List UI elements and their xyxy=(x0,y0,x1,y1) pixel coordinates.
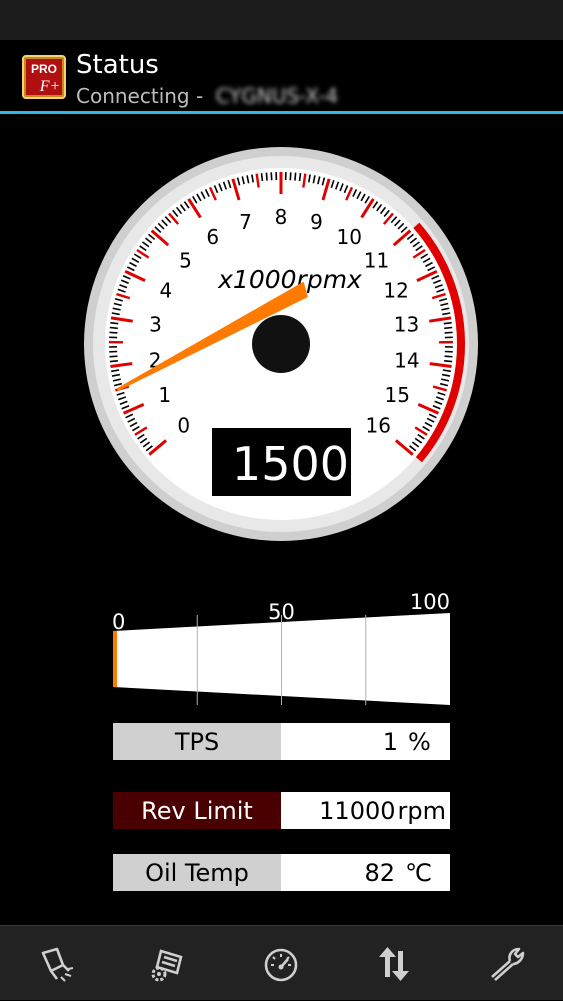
rev-limit-row: Rev Limit 11000 rpm xyxy=(113,792,450,829)
oil-temp-value: 82 xyxy=(365,859,396,887)
tick-mark xyxy=(444,328,452,329)
oil-temp-unit: ℃ xyxy=(405,859,432,887)
tick-label: 8 xyxy=(275,205,288,229)
tick-label: 0 xyxy=(177,414,190,438)
throttle-fill xyxy=(113,631,117,687)
tps-unit: % xyxy=(408,728,432,756)
tick-mark xyxy=(295,173,296,181)
oil-temp-row: Oil Temp 82 ℃ xyxy=(113,854,450,891)
rpm-readout: 1500 xyxy=(232,437,349,491)
tick-label: 4 xyxy=(160,278,173,302)
tick-mark xyxy=(109,356,117,357)
bottom-navigation-bar xyxy=(0,925,563,1000)
tps-row: TPS 1 % xyxy=(113,723,450,760)
logo-top-text: PRO xyxy=(31,62,57,76)
device-name: CYGNUS-X-4 xyxy=(216,84,339,108)
nav-tools-button[interactable] xyxy=(451,926,563,1001)
nav-diagnostic-button[interactable] xyxy=(0,926,112,1001)
tick-label: 9 xyxy=(310,210,323,234)
rev-limit-unit: rpm xyxy=(398,797,446,825)
tick-mark xyxy=(110,323,118,324)
tps-label: TPS xyxy=(113,723,281,760)
throttle-scale-label: 0 xyxy=(112,610,125,634)
nav-settings-button[interactable] xyxy=(112,926,224,1001)
speedometer-icon xyxy=(260,943,302,985)
connection-status-text: Connecting - xyxy=(76,84,210,108)
rev-limit-label: Rev Limit xyxy=(113,792,281,829)
tick-label: 10 xyxy=(337,225,362,249)
tick-label: 1 xyxy=(158,383,171,407)
tps-value: 1 xyxy=(383,728,398,756)
system-status-bar xyxy=(0,0,563,40)
oil-temp-value-box: 82 ℃ xyxy=(281,854,450,891)
tick-mark xyxy=(109,332,117,333)
tick-label: 15 xyxy=(385,383,410,407)
tachometer-gauge: 012345678910111213141516x1000rpmx1500 xyxy=(0,140,563,560)
connection-status: Connecting - CYGNUS-X-4 xyxy=(76,84,338,108)
tick-mark xyxy=(445,356,453,357)
app-logo-icon[interactable]: PRO F+ xyxy=(22,55,66,99)
tick-label: 7 xyxy=(239,210,252,234)
tick-label: 14 xyxy=(394,349,419,373)
tps-value-box: 1 % xyxy=(281,723,450,760)
data-transfer-icon xyxy=(373,943,415,985)
logo-bottom-text: F+ xyxy=(39,78,61,95)
nav-data-transfer-button[interactable] xyxy=(338,926,450,1001)
throttle-scale-label: 100 xyxy=(410,590,450,614)
tick-mark xyxy=(444,323,452,324)
rev-limit-value-box: 11000 rpm xyxy=(281,792,450,829)
tick-label: 6 xyxy=(206,225,219,249)
tick-mark xyxy=(110,361,118,362)
tick-label: 5 xyxy=(179,248,192,272)
rev-limit-value: 11000 xyxy=(319,797,395,825)
wrench-icon xyxy=(486,943,528,985)
throttle-scale-label: 50 xyxy=(268,600,295,624)
diagnostic-icon xyxy=(35,943,77,985)
tick-label: 12 xyxy=(383,278,408,302)
tick-mark xyxy=(266,173,267,181)
needle-hub xyxy=(252,315,310,373)
app-bar-divider xyxy=(0,111,563,114)
tick-label: 13 xyxy=(394,313,419,337)
tick-mark xyxy=(300,173,301,181)
oil-temp-label: Oil Temp xyxy=(113,854,281,891)
tick-mark xyxy=(262,173,263,181)
tick-mark xyxy=(445,332,453,333)
nav-speedometer-button[interactable] xyxy=(225,926,337,1001)
tick-mark xyxy=(110,328,118,329)
tick-label: 11 xyxy=(364,248,389,272)
tick-label: 16 xyxy=(366,414,391,438)
tick-mark xyxy=(444,361,452,362)
settings-gear-icon xyxy=(147,943,189,985)
page-title: Status xyxy=(76,50,159,80)
throttle-position-bar: 0 50 100 xyxy=(0,585,563,710)
tick-label: 3 xyxy=(149,313,162,337)
